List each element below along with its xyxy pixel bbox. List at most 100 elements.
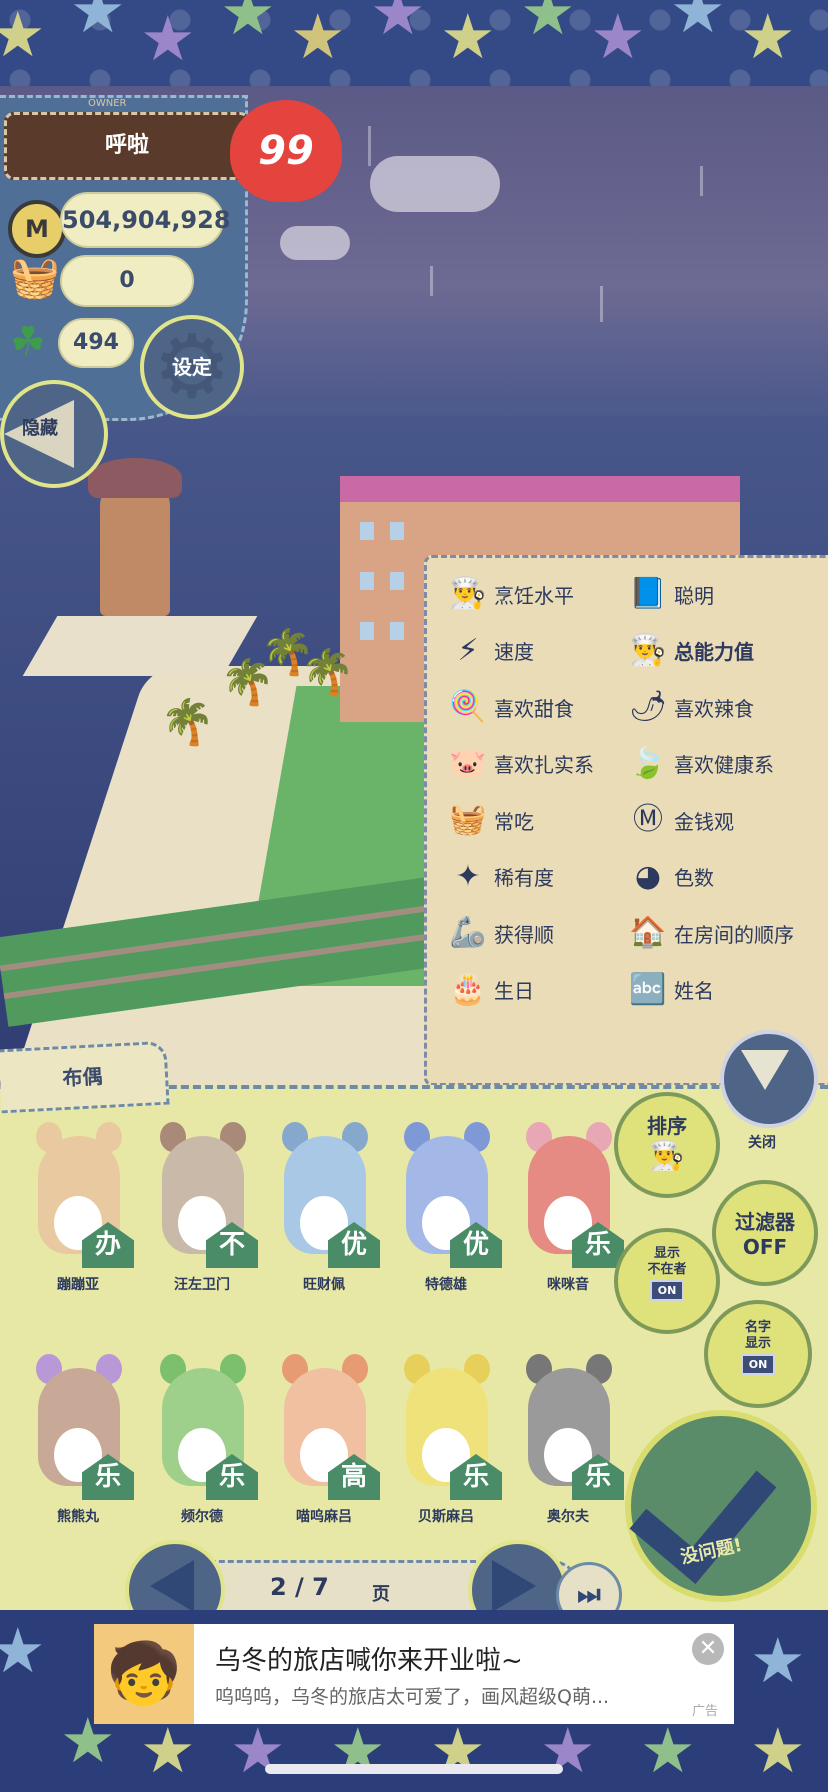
home-indicator[interactable]: [265, 1764, 563, 1774]
chili-icon: 🌶: [628, 689, 668, 724]
doll-card[interactable]: 乐频尔德: [142, 1350, 262, 1530]
show-absent-state: ON: [649, 1280, 685, 1301]
settings-button[interactable]: ⚙ 设定: [140, 315, 244, 419]
doll-name: 蹦蹦亚: [57, 1277, 99, 1293]
close-label: 关闭: [748, 1135, 776, 1151]
clover-count-display: 494: [58, 318, 134, 368]
doll-name: 熊熊丸: [57, 1509, 99, 1525]
sort-option-label: 烹饪水平: [494, 583, 574, 608]
ad-close-button[interactable]: ✕: [692, 1633, 724, 1665]
chef-hat-icon: 👨‍🍳: [449, 576, 487, 611]
sort-option-label: 生日: [494, 979, 534, 1003]
left-arrow-icon: [150, 1560, 194, 1612]
sort-option-label: 喜欢扎实系: [494, 753, 594, 777]
food-basket-icon: 🧺: [10, 255, 60, 301]
owner-tag: OWNER: [88, 98, 127, 109]
fast-forward-icon: ⏭: [577, 1580, 601, 1610]
ad-description: 呜呜呜，乌冬的旅店太可爱了，画风超级Q萌...: [215, 1686, 610, 1708]
doll-card[interactable]: 优旺财佩: [264, 1118, 384, 1298]
money-display: 504,904,928: [60, 192, 231, 248]
sort-option-label: 喜欢健康系: [674, 753, 774, 777]
sort-option-12[interactable]: ◕ 色数: [628, 857, 714, 897]
sort-option-label: 速度: [494, 640, 534, 664]
sort-option-label: 色数: [674, 866, 714, 890]
doll-name: 特德雄: [425, 1277, 467, 1293]
sort-option-14[interactable]: 🏠 在房间的顺序: [628, 913, 794, 953]
doll-card[interactable]: 乐熊熊丸: [18, 1350, 138, 1530]
ad-tag: 广告: [692, 1704, 719, 1719]
sort-option-5[interactable]: 🍭 喜欢甜食: [448, 687, 574, 727]
lollipop-icon: 🍭: [449, 689, 487, 724]
sort-option-label: 稀有度: [494, 866, 554, 890]
doll-name: 奥尔夫: [547, 1509, 589, 1525]
sort-option-10[interactable]: Ⓜ 金钱观: [628, 800, 734, 840]
abc-icon: 🔤: [629, 971, 667, 1007]
basket-icon: 🧺: [449, 802, 487, 837]
doll-name: 汪左卫门: [174, 1277, 230, 1293]
sort-option-13[interactable]: 🦾 获得顺: [448, 913, 554, 953]
food-count-display: 0: [60, 255, 194, 307]
pig-icon: 🐷: [449, 745, 487, 781]
speed-icon: ⚡: [457, 632, 479, 668]
leaf-icon: 🍃: [629, 745, 667, 781]
doll-card[interactable]: 乐咪咪音: [508, 1118, 628, 1298]
doll-card[interactable]: 乐奥尔夫: [508, 1350, 628, 1530]
sort-option-15[interactable]: 🎂 生日: [448, 970, 534, 1010]
sort-option-7[interactable]: 🐷 喜欢扎实系: [448, 744, 594, 784]
filter-button[interactable]: 过滤器 OFF: [712, 1180, 818, 1286]
sparkle-icon: ✦: [455, 858, 481, 894]
sort-option-label: 金钱观: [674, 809, 734, 834]
hide-button-label: 隐藏: [22, 418, 58, 439]
doll-name: 贝斯麻吕: [418, 1509, 474, 1525]
page-unit: 页: [372, 1584, 390, 1605]
right-arrow-icon: [492, 1560, 536, 1612]
doll-card[interactable]: 优特德雄: [386, 1118, 506, 1298]
show-name-toggle[interactable]: 名字 显示 ON: [704, 1300, 812, 1408]
sort-option-6[interactable]: 🌶 喜欢辣食: [628, 687, 754, 727]
money-icon: Ⓜ: [633, 802, 663, 837]
hearts-counter: 99: [230, 100, 342, 202]
sort-option-label: 喜欢辣食: [674, 696, 754, 721]
sort-option-label: 常吃: [494, 809, 534, 834]
sort-option-label: 聪明: [674, 583, 714, 608]
sort-option-8[interactable]: 🍃 喜欢健康系: [628, 744, 774, 784]
top-star-border: ★ ★ ★ ★ ★ ★ ★ ★ ★ ★ ★: [0, 0, 828, 86]
sort-option-label: 喜欢甜食: [494, 696, 574, 721]
owner-name-sign: 呼啦: [4, 112, 250, 180]
sort-button[interactable]: 排序 👨‍🍳: [614, 1092, 720, 1198]
cake-icon: 🎂: [449, 971, 487, 1007]
doll-card[interactable]: 高喵呜麻吕: [264, 1350, 384, 1530]
doll-name: 旺财佩: [303, 1277, 345, 1293]
sort-option-9[interactable]: 🧺 常吃: [448, 800, 534, 840]
clover-icon: ☘: [10, 319, 46, 365]
show-name-state: ON: [740, 1354, 776, 1375]
page-indicator: 2 / 7: [270, 1573, 329, 1601]
sort-option-label: 在房间的顺序: [674, 922, 794, 947]
sort-option-label: 总能力值: [674, 640, 754, 664]
sort-option-1[interactable]: 👨‍🍳 烹饪水平: [448, 574, 574, 614]
sort-option-label: 姓名: [674, 979, 714, 1003]
sort-option-2[interactable]: 📘 聪明: [628, 574, 714, 614]
coin-icon: M: [8, 200, 66, 258]
total-ability-icon: 👨‍🍳: [629, 632, 667, 668]
doll-card[interactable]: 乐贝斯麻吕: [386, 1350, 506, 1530]
doll-card[interactable]: 不汪左卫门: [142, 1118, 262, 1298]
claw-icon: 🦾: [449, 915, 487, 950]
close-icon: ✕: [698, 1636, 718, 1661]
ad-character-icon: 🧒: [94, 1624, 194, 1724]
doll-name: 频尔德: [181, 1509, 223, 1525]
sort-option-16[interactable]: 🔤 姓名: [628, 970, 714, 1010]
color-wheel-icon: ◕: [634, 858, 662, 894]
sort-option-4[interactable]: 👨‍🍳 总能力值: [628, 631, 754, 671]
sort-option-11[interactable]: ✦ 稀有度: [448, 857, 554, 897]
sort-option-label: 获得顺: [494, 922, 554, 947]
sort-option-3[interactable]: ⚡ 速度: [448, 631, 534, 671]
doll-card[interactable]: 办蹦蹦亚: [18, 1118, 138, 1298]
show-absent-toggle[interactable]: 显示 不在者 ON: [614, 1228, 720, 1334]
doll-tab[interactable]: 布偶: [0, 1040, 170, 1114]
ad-title: 乌冬的旅店喊你来开业啦~: [215, 1646, 523, 1676]
house-icon: 🏠: [629, 915, 667, 950]
sort-chef-icon: 👨‍🍳: [649, 1139, 685, 1172]
doll-name: 喵呜麻吕: [296, 1509, 352, 1525]
down-arrow-icon: [741, 1050, 789, 1090]
